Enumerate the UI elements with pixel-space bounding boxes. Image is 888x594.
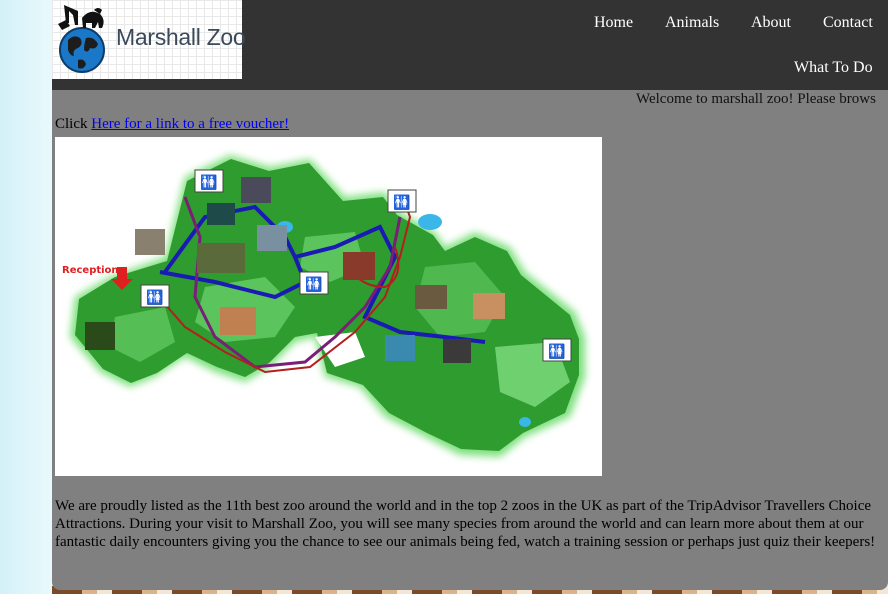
logo-text: Marshall Zoo [116,24,246,50]
svg-text:🚻: 🚻 [200,174,217,191]
site-header: Marshall Zoo Home Animals About Contact … [52,0,888,90]
nav-about[interactable]: About [751,14,791,32]
pond [418,214,442,230]
animal-photo [343,252,375,280]
animal-photo [85,322,115,350]
toilet-icon: 🚻 [299,271,329,295]
pond [519,417,531,427]
svg-text:🚻: 🚻 [548,343,565,360]
animal-photo [220,307,256,335]
animal-photo [135,229,165,255]
reception-label: Reception [62,265,119,276]
svg-text:🚻: 🚻 [393,194,410,211]
voucher-prefix: Click [55,116,92,132]
animal-photo [443,339,471,363]
voucher-link[interactable]: Here for a link to a free voucher! [91,116,289,132]
animal-photo [241,177,271,203]
voucher-line: Click Here for a link to a free voucher! [55,116,289,133]
main-content: Welcome to marshall zoo! Please brows Cl… [52,90,888,590]
zoo-description: We are proudly listed as the 11th best z… [55,498,876,550]
svg-text:🚻: 🚻 [305,276,322,293]
animal-photo [207,203,235,225]
nav-home[interactable]: Home [594,14,633,32]
nav-contact[interactable]: Contact [823,14,873,32]
toilet-icon: 🚻 [140,284,170,308]
animal-photo [385,335,415,361]
animal-photo [415,285,447,309]
animal-photo [257,225,287,251]
toilet-icon: 🚻 [387,189,417,213]
nav-what-to-do[interactable]: What To Do [794,59,873,77]
svg-text:🚻: 🚻 [146,289,163,306]
zoo-map[interactable]: 🚻 🚻 🚻 🚻 🚻 Reception [55,137,602,476]
welcome-marquee: Welcome to marshall zoo! Please brows [636,91,876,107]
toilet-icon: 🚻 [542,338,572,362]
animal-photo [197,243,245,273]
zoo-map-graphic: 🚻 🚻 🚻 🚻 🚻 Reception [62,155,585,457]
animal-photo [473,293,505,319]
globe-animals-icon [58,5,105,73]
site-logo[interactable]: Marshall Zoo [52,0,246,79]
nav-animals[interactable]: Animals [665,14,719,32]
toilet-icon: 🚻 [194,169,224,193]
page-background [0,0,52,594]
